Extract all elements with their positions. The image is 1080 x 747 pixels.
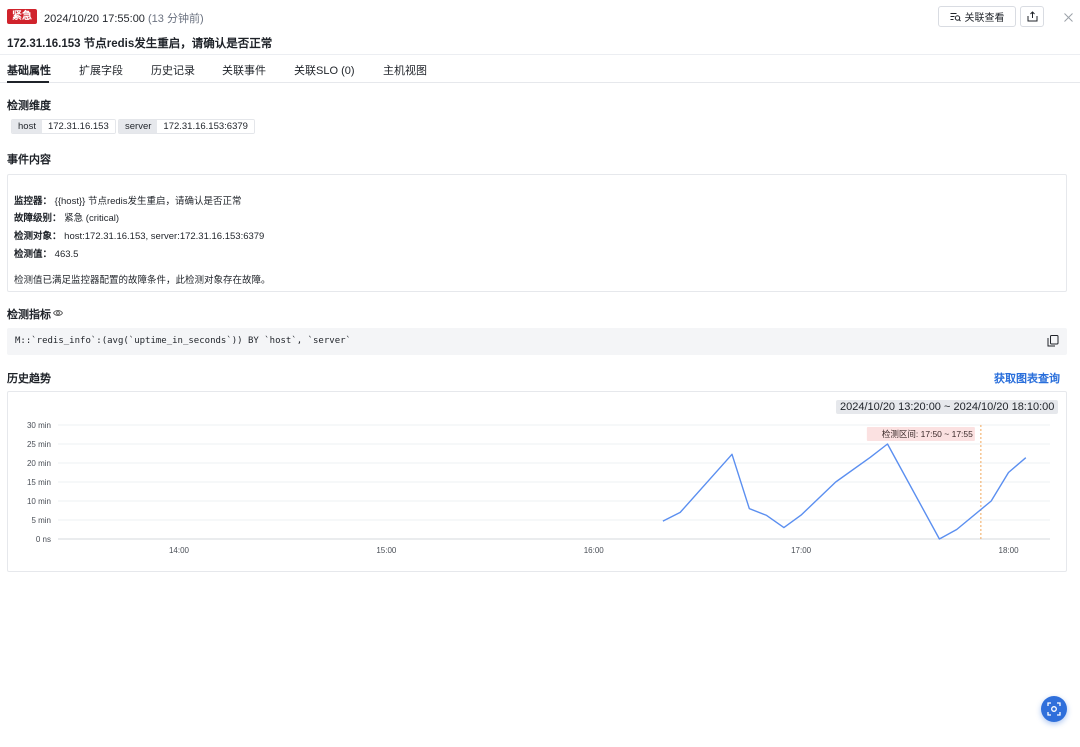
event-timestamp: 2024/10/20 17:55:00 <box>44 13 145 25</box>
close-icon <box>1063 12 1073 22</box>
tab-extended-fields[interactable]: 扩展字段 <box>79 62 123 78</box>
content-summary: 检测值已满足监控器配置的故障条件，此检测对象存在故障。 <box>14 275 271 286</box>
active-tab-indicator <box>7 81 49 83</box>
history-title: 历史趋势 <box>7 373 51 385</box>
x-tick-label: 15:00 <box>376 546 397 555</box>
severity-badge: 紧急 <box>7 9 37 24</box>
share-icon <box>1027 11 1037 22</box>
event-content-title: 事件内容 <box>7 154 51 166</box>
dimension-tag-server: server 172.31.16.153:6379 <box>118 119 255 134</box>
x-tick-label: 14:00 <box>169 546 190 555</box>
content-line-label: 故障级别： <box>14 213 62 224</box>
metric-title: 检测指标 <box>7 309 51 321</box>
related-view-label: 关联查看 <box>964 13 1005 24</box>
dimension-tag-host: host 172.31.16.153 <box>11 119 116 134</box>
tag-value: 172.31.16.153 <box>41 120 115 133</box>
tab-related-slo[interactable]: 关联SLO (0) <box>294 62 355 78</box>
event-relative-time: (13 分钟前) <box>148 13 204 25</box>
event-content-box: 监控器： {{host}} 节点redis发生重启，请确认是否正常 故障级别： … <box>7 174 1067 292</box>
tab-host-view[interactable]: 主机视图 <box>383 62 427 78</box>
content-line-label: 检测对象： <box>14 231 62 242</box>
series-line <box>662 443 1027 540</box>
close-button[interactable] <box>1060 9 1076 25</box>
dimensions-title: 检测维度 <box>7 100 51 112</box>
x-tick-label: 18:00 <box>999 546 1020 555</box>
content-line-value: {{host}} 节点redis发生重启，请确认是否正常 <box>54 196 242 207</box>
x-tick-label: 16:00 <box>584 546 605 555</box>
related-view-button[interactable]: 关联查看 <box>938 6 1016 27</box>
y-tick-label: 5 min <box>31 516 51 525</box>
content-line-value: 紧急 (critical) <box>64 213 120 224</box>
history-chart: 2024/10/20 13:20:00 ~ 2024/10/20 18:10:0… <box>7 391 1067 572</box>
content-line: 检测值： 463.5 <box>14 246 78 260</box>
history-line-chart: 30 min25 min20 min15 min10 min5 min0 ns … <box>27 421 1050 555</box>
copy-icon[interactable] <box>1047 335 1059 347</box>
metric-query: M::`redis_info`:(avg(`uptime_in_seconds`… <box>15 336 351 346</box>
y-tick-label: 15 min <box>27 478 51 487</box>
x-tick-label: 17:00 <box>791 546 812 555</box>
tag-key: host <box>12 120 42 133</box>
content-line-value: host:172.31.16.153, server:172.31.16.153… <box>64 231 265 242</box>
y-tick-label: 10 min <box>27 497 51 506</box>
tab-basic-attributes[interactable]: 基础属性 <box>7 62 51 78</box>
detail-tabs: 基础属性 扩展字段 历史记录 关联事件 关联SLO (0) 主机视图 <box>0 55 1080 83</box>
metric-query-box: M::`redis_info`:(avg(`uptime_in_seconds`… <box>7 328 1067 355</box>
tab-related-events[interactable]: 关联事件 <box>222 62 266 78</box>
content-line: 监控器： {{host}} 节点redis发生重启，请确认是否正常 <box>14 193 242 207</box>
content-line-label: 监控器： <box>14 196 53 207</box>
content-line: 故障级别： 紧急 (critical) <box>14 210 119 224</box>
scan-icon <box>1047 702 1061 716</box>
tag-value: 172.31.16.153:6379 <box>157 120 254 133</box>
content-line: 检测对象： host:172.31.16.153, server:172.31.… <box>14 228 264 242</box>
eye-icon[interactable] <box>53 308 63 318</box>
event-title: 172.31.16.153 节点redis发生重启，请确认是否正常 <box>7 38 273 50</box>
detect-label: 检测区间: 17:50 ~ 17:55 <box>882 429 973 439</box>
tab-history[interactable]: 历史记录 <box>151 62 195 78</box>
content-line-label: 检测值： <box>14 249 53 260</box>
related-view-icon <box>950 12 961 21</box>
event-time: 2024/10/20 17:55:00 (13 分钟前) <box>44 10 204 26</box>
event-header: 紧急 2024/10/20 17:55:00 (13 分钟前) 172.31.1… <box>0 0 1080 55</box>
content-line-value: 463.5 <box>54 249 79 260</box>
tag-key: server <box>119 120 158 133</box>
y-tick-label: 20 min <box>27 459 51 468</box>
y-tick-label: 0 ns <box>36 535 51 544</box>
y-tick-label: 30 min <box>27 421 51 430</box>
y-tick-label: 25 min <box>27 440 51 449</box>
screenshot-assist-button[interactable] <box>1041 696 1067 722</box>
get-chart-query-link[interactable]: 获取图表查询 <box>994 370 1060 386</box>
share-button[interactable] <box>1020 6 1044 27</box>
